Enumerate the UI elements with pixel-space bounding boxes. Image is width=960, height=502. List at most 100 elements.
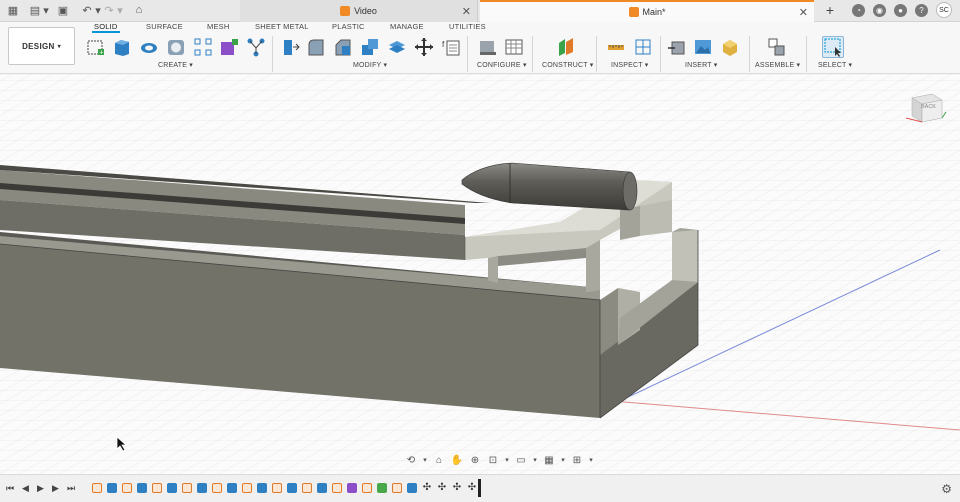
grid-settings-icon[interactable]: ▦ bbox=[542, 454, 556, 466]
tab-utilities[interactable]: UTILITIES bbox=[449, 22, 486, 31]
chamfer-icon[interactable] bbox=[333, 37, 353, 57]
timeline-extrude-icon[interactable] bbox=[317, 483, 327, 493]
redo-dropdown-icon[interactable]: ▾ bbox=[116, 3, 124, 17]
timeline-extrude-icon[interactable] bbox=[197, 483, 207, 493]
rectangular-pattern-icon[interactable] bbox=[193, 37, 213, 57]
timeline-extrude-icon[interactable] bbox=[137, 483, 147, 493]
timeline-sketch-icon[interactable] bbox=[212, 483, 222, 493]
look-at-icon[interactable]: ⌂ bbox=[432, 454, 446, 466]
timeline-extrude-icon[interactable] bbox=[407, 483, 417, 493]
timeline-extrude-icon[interactable] bbox=[287, 483, 297, 493]
canvas-viewport[interactable]: BACK bbox=[0, 75, 960, 474]
create-sketch-icon[interactable]: + bbox=[86, 37, 106, 57]
tab-surface[interactable]: SURFACE bbox=[146, 22, 183, 31]
chevron-down-icon[interactable]: ▾ bbox=[422, 454, 428, 466]
inspect-menu[interactable]: INSPECT ▾ bbox=[611, 61, 648, 69]
timeline-sketch-icon[interactable] bbox=[272, 483, 282, 493]
display-settings-icon[interactable]: ▭ bbox=[514, 454, 528, 466]
pan-icon[interactable]: ✋ bbox=[450, 454, 464, 466]
timeline-sketch-icon[interactable] bbox=[92, 483, 102, 493]
close-icon[interactable]: ✕ bbox=[462, 5, 471, 18]
file-menu-icon[interactable]: ▤ bbox=[28, 3, 42, 17]
extrude-icon[interactable] bbox=[112, 37, 132, 57]
tab-video[interactable]: Video ✕ bbox=[240, 0, 478, 22]
assemble-menu[interactable]: ASSEMBLE ▾ bbox=[755, 61, 800, 69]
orbit-icon[interactable]: ⟲ bbox=[404, 454, 418, 466]
home-icon[interactable]: ⌂ bbox=[132, 3, 146, 17]
tab-sheet-metal[interactable]: SHEET METAL bbox=[255, 22, 309, 31]
derive-icon[interactable] bbox=[246, 37, 266, 57]
timeline-sketch-icon[interactable] bbox=[332, 483, 342, 493]
modify-menu[interactable]: MODIFY ▾ bbox=[353, 61, 387, 69]
timeline-plane-icon[interactable] bbox=[377, 483, 387, 493]
timeline-move-icon[interactable]: ✣ bbox=[452, 483, 462, 493]
insert-canvas-icon[interactable] bbox=[693, 37, 713, 57]
timeline-extrude-icon[interactable] bbox=[227, 483, 237, 493]
fillet-icon[interactable] bbox=[306, 37, 326, 57]
gear-icon[interactable]: ⚙ bbox=[941, 482, 952, 496]
zoom-icon[interactable]: ⊕ bbox=[468, 454, 482, 466]
create-form-icon[interactable] bbox=[219, 37, 239, 57]
redo-icon[interactable]: ↷ bbox=[102, 3, 116, 17]
offset-face-icon[interactable] bbox=[387, 37, 407, 57]
move-icon[interactable] bbox=[414, 37, 434, 57]
new-component-icon[interactable] bbox=[766, 37, 786, 57]
timeline-sketch-icon[interactable] bbox=[122, 483, 132, 493]
close-icon[interactable]: ✕ bbox=[799, 6, 808, 19]
insert-derive-icon[interactable] bbox=[667, 37, 687, 57]
timeline-sketch-icon[interactable] bbox=[152, 483, 162, 493]
timeline-sketch-icon[interactable] bbox=[242, 483, 252, 493]
new-tab-icon[interactable]: + bbox=[826, 2, 834, 18]
fit-icon[interactable]: ⊡ bbox=[486, 454, 500, 466]
change-parameters-icon[interactable]: f bbox=[441, 37, 461, 57]
configuration-table-icon[interactable] bbox=[504, 37, 524, 57]
undo-dropdown-icon[interactable]: ▾ bbox=[94, 3, 102, 17]
timeline-sketch-icon[interactable] bbox=[392, 483, 402, 493]
timeline-sketch-icon[interactable] bbox=[362, 483, 372, 493]
offset-plane-icon[interactable] bbox=[556, 37, 576, 57]
select-icon[interactable] bbox=[822, 36, 844, 58]
chevron-down-icon[interactable]: ▾ bbox=[504, 454, 510, 466]
viewcube[interactable]: BACK bbox=[902, 92, 948, 128]
shell-icon[interactable] bbox=[166, 37, 186, 57]
timeline-move-icon[interactable]: ✣ bbox=[437, 483, 447, 493]
step-forward-icon[interactable]: ▶ bbox=[52, 483, 59, 494]
timeline-extrude-icon[interactable] bbox=[257, 483, 267, 493]
tab-plastic[interactable]: PLASTIC bbox=[332, 22, 365, 31]
revolve-icon[interactable] bbox=[139, 37, 159, 57]
timeline-extrude-icon[interactable] bbox=[167, 483, 177, 493]
tab-mesh[interactable]: MESH bbox=[207, 22, 229, 31]
configure-icon[interactable] bbox=[477, 37, 497, 57]
undo-icon[interactable]: ↶ bbox=[80, 3, 94, 17]
timeline-move-icon[interactable]: ✣ bbox=[422, 483, 432, 493]
play-icon[interactable]: ▶ bbox=[37, 483, 44, 494]
viewports-icon[interactable]: ⊞ bbox=[570, 454, 584, 466]
interference-icon[interactable] bbox=[633, 37, 653, 57]
file-dropdown-icon[interactable]: ▾ bbox=[42, 3, 50, 17]
create-menu[interactable]: CREATE ▾ bbox=[158, 61, 193, 69]
job-status-icon[interactable]: ◉ bbox=[873, 3, 886, 17]
construct-menu[interactable]: CONSTRUCT ▾ bbox=[542, 61, 593, 69]
help-icon[interactable]: ? bbox=[915, 3, 928, 17]
go-to-start-icon[interactable]: ⏮ bbox=[6, 483, 14, 494]
timeline-extrude-icon[interactable] bbox=[107, 483, 117, 493]
tab-solid[interactable]: SOLID bbox=[92, 22, 120, 33]
select-menu[interactable]: SELECT ▾ bbox=[818, 61, 852, 69]
save-icon[interactable]: ▣ bbox=[56, 3, 70, 17]
chevron-down-icon[interactable]: ▾ bbox=[532, 454, 538, 466]
insert-menu[interactable]: INSERT ▾ bbox=[685, 61, 717, 69]
timeline-sketch-icon[interactable] bbox=[182, 483, 192, 493]
combine-icon[interactable] bbox=[360, 37, 380, 57]
model-canvas[interactable] bbox=[0, 75, 960, 474]
notifications-icon[interactable]: ● bbox=[894, 3, 907, 17]
measure-icon[interactable] bbox=[606, 37, 626, 57]
tab-main[interactable]: Main* ✕ bbox=[480, 0, 814, 22]
timeline-move-icon[interactable]: ✣ bbox=[467, 483, 477, 493]
go-to-end-icon[interactable]: ⏭ bbox=[67, 483, 75, 494]
app-grid-icon[interactable]: ▦ bbox=[6, 3, 20, 17]
tab-manage[interactable]: MANAGE bbox=[390, 22, 424, 31]
timeline-sketch-icon[interactable] bbox=[302, 483, 312, 493]
extensions-icon[interactable]: ◔ bbox=[852, 3, 865, 17]
chevron-down-icon[interactable]: ▾ bbox=[588, 454, 594, 466]
avatar[interactable]: SC bbox=[936, 2, 952, 18]
